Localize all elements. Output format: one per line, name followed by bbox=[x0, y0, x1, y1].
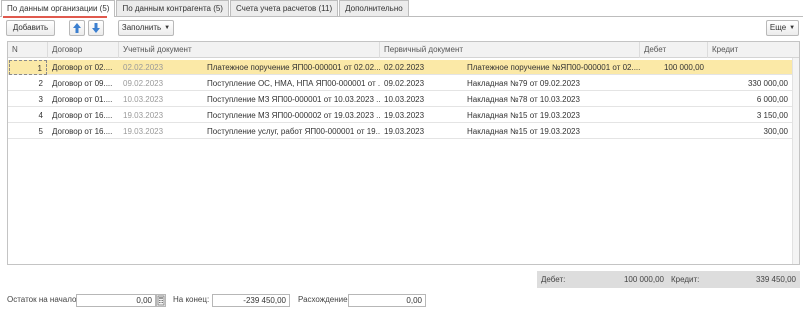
move-down-button[interactable] bbox=[88, 20, 104, 36]
add-button[interactable]: Добавить bbox=[6, 20, 55, 36]
contract-cell: Договор от 16.... bbox=[52, 127, 113, 136]
table-header: N Договор Учетный документ Первичный док… bbox=[8, 42, 799, 58]
arrow-up-icon bbox=[73, 23, 81, 33]
contract-cell: Договор от 02.... bbox=[52, 63, 113, 72]
credit-cell bbox=[708, 60, 792, 75]
row-number: 3 bbox=[38, 95, 43, 104]
accounting-date-cell: 10.03.2023 bbox=[123, 95, 164, 104]
tab-settlement-accounts[interactable]: Счета учета расчетов (11) bbox=[229, 0, 339, 16]
fill-button[interactable]: Заполнить ▼ bbox=[118, 20, 174, 36]
credit-cell: 3 150,00 bbox=[756, 111, 788, 120]
row-number: 5 bbox=[38, 127, 43, 136]
active-tab-indicator bbox=[3, 16, 107, 18]
credit-cell: 300,00 bbox=[763, 127, 788, 136]
discrepancy-label: Расхождение: bbox=[298, 295, 350, 304]
table-row[interactable]: 1 Договор от 02.... 02.02.2023 Платежное… bbox=[8, 60, 792, 75]
primary-date-cell: 19.03.2023 bbox=[384, 111, 425, 120]
balance-footer: Остаток на начало: 0,00 На конец: -239 4… bbox=[0, 292, 803, 308]
credit-total-value: 339 450,00 bbox=[755, 275, 796, 284]
primary-date-cell: 10.03.2023 bbox=[384, 95, 425, 104]
debit-cell bbox=[640, 108, 708, 123]
primary-doc-cell: Накладная №79 от 09.02.2023 bbox=[467, 79, 580, 88]
column-header-n[interactable]: N bbox=[8, 42, 48, 58]
accounting-doc-cell: Поступление ОС, НМА, НПА ЯП00-000001 от … bbox=[207, 79, 380, 88]
column-header-accounting-doc[interactable]: Учетный документ bbox=[119, 42, 380, 58]
more-button-label: Еще bbox=[769, 23, 787, 32]
end-balance-label: На конец: bbox=[173, 295, 210, 304]
accounting-doc-cell: Поступление услуг, работ ЯП00-000001 от … bbox=[207, 127, 380, 136]
settlements-table: N Договор Учетный документ Первичный док… bbox=[7, 41, 800, 265]
debit-total-value: 100 000,00 bbox=[623, 275, 664, 284]
primary-date-cell: 09.02.2023 bbox=[384, 79, 425, 88]
table-scrollbar[interactable] bbox=[792, 58, 799, 264]
debit-cell bbox=[640, 76, 708, 91]
accounting-date-cell: 09.02.2023 bbox=[123, 79, 164, 88]
debit-cell: 100 000,00 bbox=[663, 63, 704, 72]
row-number: 4 bbox=[38, 111, 43, 120]
debit-cell bbox=[640, 92, 708, 107]
chevron-down-icon: ▼ bbox=[164, 25, 171, 31]
accounting-doc-cell: Поступление МЗ ЯП00-000001 от 10.03.2023… bbox=[207, 95, 380, 104]
totals-bar: Дебет: 100 000,00 Кредит: 339 450,00 bbox=[537, 271, 800, 288]
primary-doc-cell: Платежное поручение №ЯП00-000001 от 02..… bbox=[467, 63, 640, 72]
more-button[interactable]: Еще ▼ bbox=[766, 20, 799, 36]
calculator-icon[interactable] bbox=[156, 294, 166, 307]
contract-cell: Договор от 01.... bbox=[52, 95, 113, 104]
primary-date-cell: 19.03.2023 bbox=[384, 127, 425, 136]
row-number: 2 bbox=[38, 79, 43, 88]
end-balance-field: -239 450,00 bbox=[212, 294, 290, 307]
column-header-credit[interactable]: Кредит bbox=[708, 42, 799, 58]
contract-cell: Договор от 09.... bbox=[52, 79, 113, 88]
table-row[interactable]: 4 Договор от 16.... 19.03.2023 Поступлен… bbox=[8, 108, 792, 123]
opening-balance-label: Остаток на начало: bbox=[7, 295, 79, 304]
accounting-date-cell: 19.03.2023 bbox=[123, 127, 164, 136]
column-header-primary-doc[interactable]: Первичный документ bbox=[380, 42, 640, 58]
accounting-doc-cell: Поступление МЗ ЯП00-000002 от 19.03.2023… bbox=[207, 111, 380, 120]
arrow-down-icon bbox=[92, 23, 100, 33]
credit-cell: 330 000,00 bbox=[747, 79, 788, 88]
tab-bar: По данным организации (5) По данным конт… bbox=[0, 0, 803, 17]
add-button-label: Добавить bbox=[12, 23, 49, 32]
debit-total-label: Дебет: bbox=[541, 275, 566, 284]
table-row[interactable]: 5 Договор от 16.... 19.03.2023 Поступлен… bbox=[8, 124, 792, 139]
debit-cell bbox=[640, 124, 708, 139]
accounting-date-cell: 02.02.2023 bbox=[123, 63, 164, 72]
credit-cell: 6 000,00 bbox=[756, 95, 788, 104]
opening-balance-field[interactable]: 0,00 bbox=[76, 294, 156, 307]
discrepancy-field: 0,00 bbox=[348, 294, 426, 307]
toolbar: Добавить Заполнить ▼ Еще ▼ bbox=[0, 20, 803, 38]
tab-org-data[interactable]: По данным организации (5) bbox=[1, 0, 116, 17]
contract-cell: Договор от 16.... bbox=[52, 111, 113, 120]
column-header-debit[interactable]: Дебет bbox=[640, 42, 708, 58]
row-number: 1 bbox=[9, 60, 47, 75]
move-up-button[interactable] bbox=[69, 20, 85, 36]
fill-button-label: Заполнить bbox=[121, 23, 162, 32]
tab-counterparty-data[interactable]: По данным контрагента (5) bbox=[116, 0, 229, 16]
tab-additional[interactable]: Дополнительно bbox=[339, 0, 409, 16]
table-row[interactable]: 3 Договор от 01.... 10.03.2023 Поступлен… bbox=[8, 92, 792, 107]
primary-doc-cell: Накладная №78 от 10.03.2023 bbox=[467, 95, 580, 104]
column-header-contract[interactable]: Договор bbox=[48, 42, 119, 58]
primary-doc-cell: Накладная №15 от 19.03.2023 bbox=[467, 127, 580, 136]
chevron-down-icon: ▼ bbox=[789, 25, 796, 31]
primary-doc-cell: Накладная №15 от 19.03.2023 bbox=[467, 111, 580, 120]
table-row[interactable]: 2 Договор от 09.... 09.02.2023 Поступлен… bbox=[8, 76, 792, 91]
accounting-doc-cell: Платежное поручение ЯП00-000001 от 02.02… bbox=[207, 63, 380, 72]
credit-total-label: Кредит: bbox=[671, 275, 700, 284]
accounting-date-cell: 19.03.2023 bbox=[123, 111, 164, 120]
primary-date-cell: 02.02.2023 bbox=[384, 63, 425, 72]
